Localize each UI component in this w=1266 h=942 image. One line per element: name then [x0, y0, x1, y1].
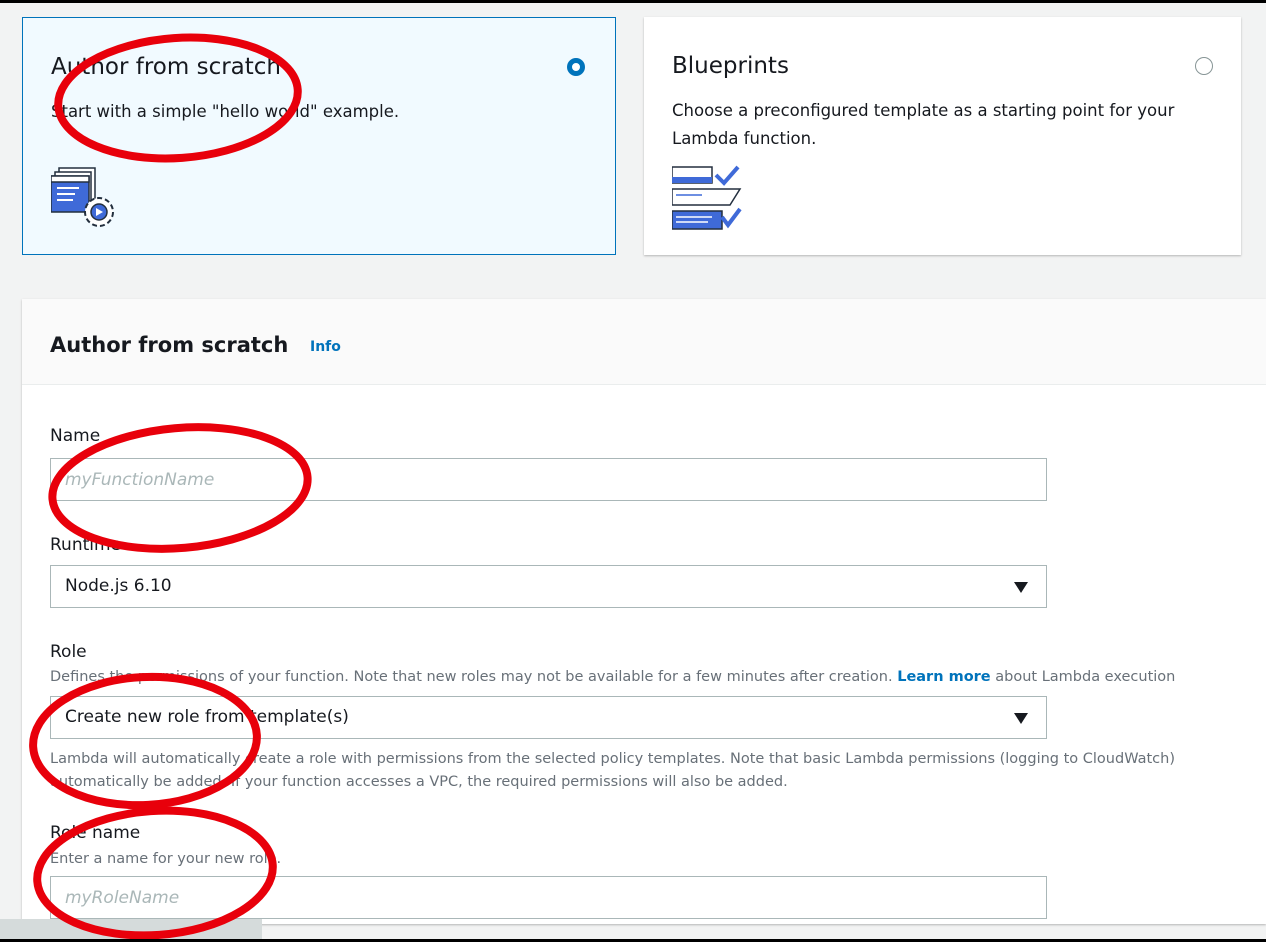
role-select[interactable]: Create new role from template(s): [50, 696, 1047, 739]
card-title: Blueprints: [672, 53, 789, 79]
role-name-label: Role name: [50, 823, 141, 843]
role-name-input[interactable]: [50, 876, 1047, 919]
author-from-scratch-panel: Author from scratch Info Name Runtime No…: [22, 299, 1266, 924]
role-hint-suffix: about Lambda execution: [995, 669, 1176, 685]
role-hint-text: Defines the permissions of your function…: [50, 669, 893, 685]
card-title: Author from scratch: [51, 54, 281, 80]
runtime-select[interactable]: Node.js 6.10: [50, 565, 1047, 608]
panel-title: Author from scratch: [50, 333, 289, 357]
card-description: Start with a simple "hello world" exampl…: [51, 102, 400, 121]
checklist-icon: [672, 165, 742, 230]
role-help-line-2: automatically be added. If your function…: [50, 774, 788, 790]
screenshot-frame: Author from scratch Start with a simple …: [0, 0, 1266, 942]
caret-down-icon: [1014, 582, 1028, 593]
code-gear-icon: [51, 167, 114, 227]
card-description: Choose a preconfigured template as a sta…: [672, 101, 1175, 148]
info-link[interactable]: Info: [310, 339, 341, 355]
runtime-label: Runtime: [50, 535, 122, 555]
role-selected-value: Create new role from template(s): [65, 707, 349, 727]
role-name-hint: Enter a name for your new role.: [50, 851, 282, 867]
blueprints-card[interactable]: Blueprints Choose a preconfigured templa…: [644, 17, 1241, 255]
name-label: Name: [50, 426, 101, 446]
panel-header: Author from scratch Info: [22, 299, 1266, 385]
author-from-scratch-radio[interactable]: [567, 58, 585, 76]
role-hint: Defines the permissions of your function…: [50, 666, 1175, 688]
blueprints-radio[interactable]: [1195, 57, 1213, 75]
runtime-selected-value: Node.js 6.10: [65, 576, 172, 596]
role-help-line-1: Lambda will automatically create a role …: [50, 751, 1175, 767]
function-name-input[interactable]: [50, 458, 1047, 501]
bottom-edge-tab: [0, 919, 262, 939]
author-from-scratch-card[interactable]: Author from scratch Start with a simple …: [22, 17, 616, 255]
role-label: Role: [50, 642, 87, 662]
caret-down-icon: [1014, 713, 1028, 724]
learn-more-link[interactable]: Learn more: [897, 669, 990, 685]
